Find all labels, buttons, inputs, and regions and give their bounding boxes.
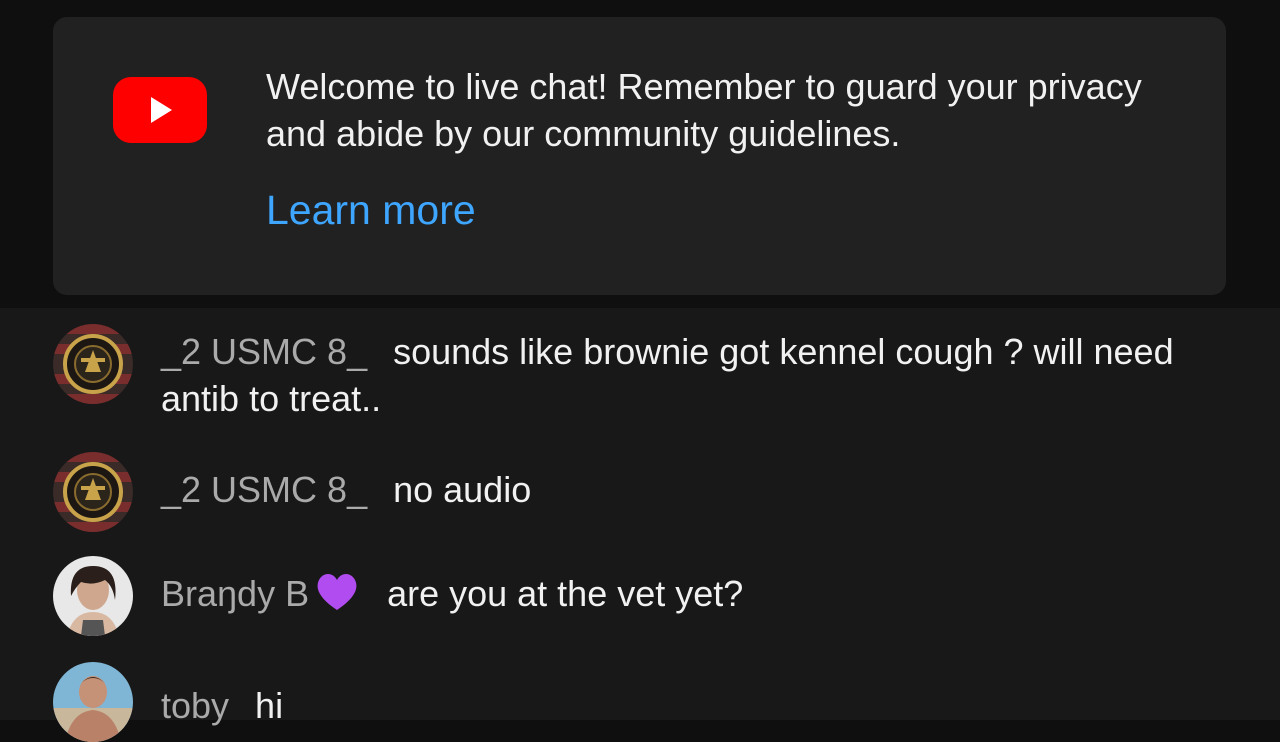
learn-more-link[interactable]: Learn more bbox=[266, 187, 476, 234]
chat-message: Braŋdy B are you at the vet yet? bbox=[53, 556, 1233, 636]
user-photo-avatar[interactable] bbox=[53, 662, 133, 742]
usmc-emblem-avatar[interactable] bbox=[53, 324, 133, 404]
author-name[interactable]: _2 USMC 8_ bbox=[161, 331, 367, 372]
welcome-message: Welcome to live chat! Remember to guard … bbox=[266, 66, 1142, 154]
purple-heart-icon bbox=[313, 570, 361, 623]
chat-message: _2 USMC 8_ no audio bbox=[53, 452, 1233, 532]
youtube-play-icon bbox=[113, 77, 207, 143]
usmc-emblem-avatar[interactable] bbox=[53, 452, 133, 532]
author-name[interactable]: _2 USMC 8_ bbox=[161, 469, 367, 510]
chat-message-list: _2 USMC 8_ sounds like brownie got kennel… bbox=[0, 308, 1280, 742]
welcome-card: Welcome to live chat! Remember to guard … bbox=[53, 17, 1226, 295]
message-text: are you at the vet yet? bbox=[387, 573, 744, 614]
user-photo-avatar[interactable] bbox=[53, 556, 133, 636]
author-name[interactable]: Braŋdy B bbox=[161, 573, 309, 614]
chat-message: toby hi bbox=[53, 662, 1233, 742]
message-text: no audio bbox=[393, 469, 532, 510]
chat-message: _2 USMC 8_ sounds like brownie got kennel… bbox=[53, 324, 1233, 434]
welcome-banner-area: Welcome to live chat! Remember to guard … bbox=[0, 0, 1280, 308]
